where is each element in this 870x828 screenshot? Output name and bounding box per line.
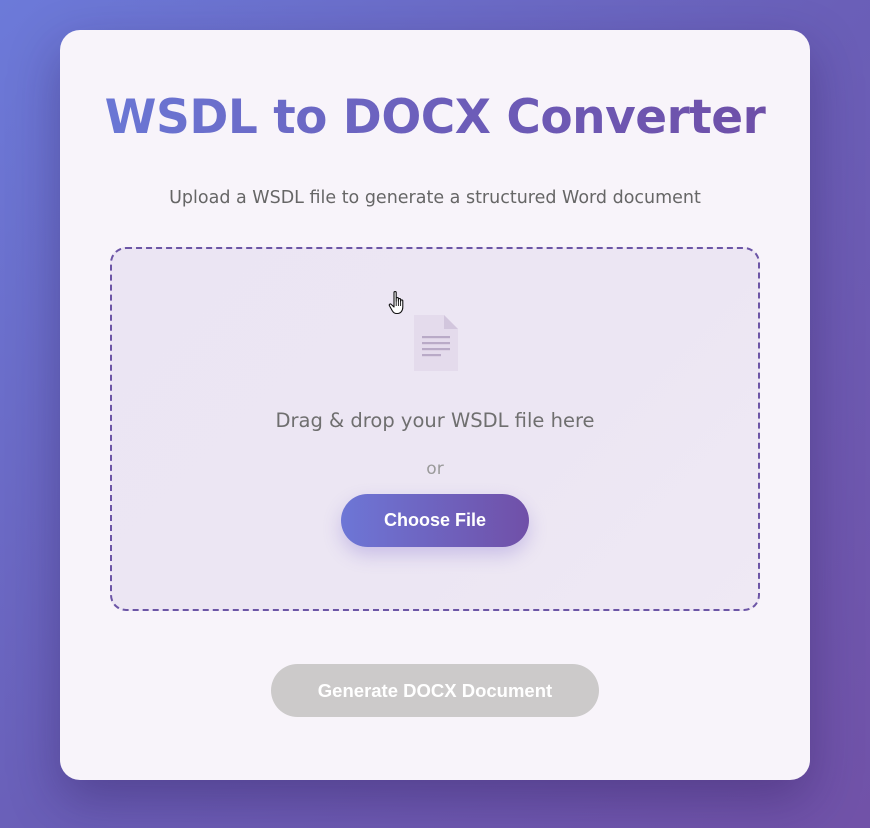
dropzone-or-separator: or [426,459,444,479]
page-title: WSDL to DOCX Converter [60,88,810,148]
dropzone-instruction: Drag & drop your WSDL file here [275,409,595,432]
file-dropzone[interactable]: Drag & drop your WSDL file here or Choos… [110,247,760,611]
generate-docx-button[interactable]: Generate DOCX Document [271,664,599,717]
page-subtitle: Upload a WSDL file to generate a structu… [169,188,701,208]
converter-card: WSDL to DOCX Converter Upload a WSDL fil… [60,30,810,780]
hand-pointer-icon [388,290,408,316]
document-icon [412,313,460,373]
choose-file-button[interactable]: Choose File [341,494,529,547]
